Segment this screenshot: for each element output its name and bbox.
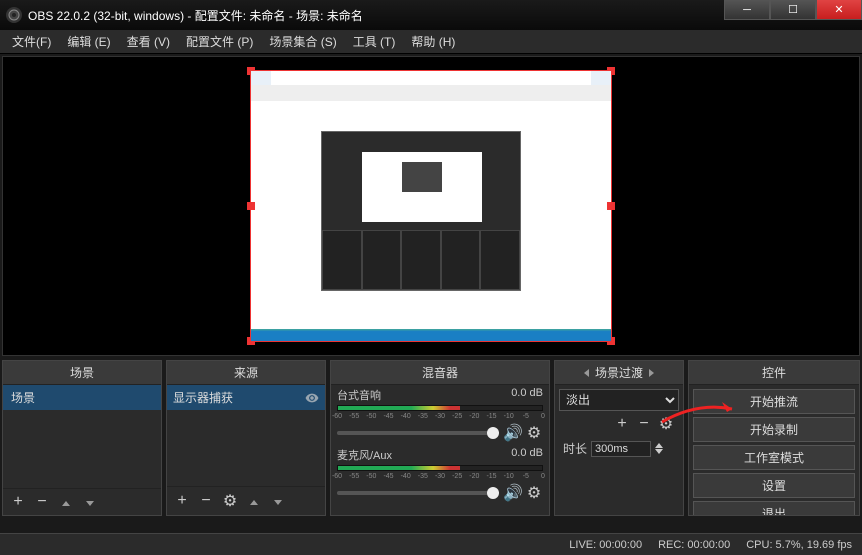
exit-button[interactable]: 退出 bbox=[693, 501, 855, 515]
source-settings-button[interactable]: ⚙ bbox=[221, 491, 239, 511]
channel-level: 0.0 dB bbox=[511, 447, 543, 463]
spinner-up-button[interactable] bbox=[655, 443, 663, 448]
start-recording-button[interactable]: 开始录制 bbox=[693, 417, 855, 442]
source-label: 显示器捕获 bbox=[173, 389, 233, 406]
resize-handle[interactable] bbox=[247, 202, 255, 210]
resize-handle[interactable] bbox=[607, 202, 615, 210]
controls-panel: 控件 开始推流 开始录制 工作室模式 设置 退出 bbox=[688, 360, 860, 516]
menu-bar: 文件(F) 编辑 (E) 查看 (V) 配置文件 (P) 场景集合 (S) 工具… bbox=[0, 30, 862, 54]
obs-app-icon bbox=[6, 7, 22, 23]
chevron-left-icon bbox=[584, 369, 589, 377]
add-source-button[interactable]: + bbox=[173, 492, 191, 510]
speaker-icon[interactable]: 🔊 bbox=[503, 483, 521, 503]
preview-content bbox=[251, 71, 611, 101]
channel-settings-button[interactable]: ⚙ bbox=[525, 423, 543, 443]
vu-scale: -60-55-50-45-40-35-30-25-20-15-10-50 bbox=[337, 473, 543, 481]
status-cpu: CPU: 5.7%, 19.69 fps bbox=[746, 539, 852, 551]
mixer-channel-mic: 麦克风/Aux 0.0 dB -60-55-50-45-40-35-30-25-… bbox=[331, 445, 549, 505]
chevron-right-icon bbox=[649, 369, 654, 377]
status-live: LIVE: 00:00:00 bbox=[569, 539, 642, 551]
menu-scene-collection[interactable]: 场景集合 (S) bbox=[261, 31, 344, 52]
transitions-header: 场景过渡 bbox=[555, 361, 683, 385]
close-button[interactable]: ✕ bbox=[816, 0, 862, 20]
spinner-down-button[interactable] bbox=[655, 449, 663, 454]
mixer-channel-desktop: 台式音响 0.0 dB -60-55-50-45-40-35-30-25-20-… bbox=[331, 385, 549, 445]
title-bar: OBS 22.0.2 (32-bit, windows) - 配置文件: 未命名… bbox=[0, 0, 862, 30]
transition-settings-button[interactable]: ⚙ bbox=[657, 414, 675, 434]
menu-file[interactable]: 文件(F) bbox=[4, 31, 59, 52]
add-transition-button[interactable]: + bbox=[613, 415, 631, 433]
preview-area[interactable] bbox=[2, 56, 860, 356]
vu-meter bbox=[337, 405, 543, 411]
volume-slider[interactable] bbox=[337, 431, 499, 435]
menu-help[interactable]: 帮助 (H) bbox=[403, 31, 463, 52]
menu-edit[interactable]: 编辑 (E) bbox=[59, 31, 118, 52]
menu-profile[interactable]: 配置文件 (P) bbox=[178, 31, 261, 52]
transitions-panel: 场景过渡 淡出 + − ⚙ 时长 bbox=[554, 360, 684, 516]
speaker-icon[interactable]: 🔊 bbox=[503, 423, 521, 443]
transition-select[interactable]: 淡出 bbox=[559, 389, 679, 411]
scene-up-button[interactable] bbox=[57, 493, 75, 511]
window-title: OBS 22.0.2 (32-bit, windows) - 配置文件: 未命名… bbox=[28, 7, 363, 24]
vu-meter bbox=[337, 465, 543, 471]
source-up-button[interactable] bbox=[245, 492, 263, 510]
mixer-panel: 混音器 台式音响 0.0 dB -60-55-50-45-40-35-30-25… bbox=[330, 360, 550, 516]
scene-down-button[interactable] bbox=[81, 493, 99, 511]
add-scene-button[interactable]: + bbox=[9, 493, 27, 511]
duration-label: 时长 bbox=[563, 440, 587, 457]
menu-tools[interactable]: 工具 (T) bbox=[345, 31, 404, 52]
scenes-header: 场景 bbox=[3, 361, 161, 385]
duration-input[interactable] bbox=[591, 441, 651, 457]
channel-settings-button[interactable]: ⚙ bbox=[525, 483, 543, 503]
scenes-panel: 场景 场景 + − bbox=[2, 360, 162, 516]
mixer-header: 混音器 bbox=[331, 361, 549, 385]
sources-header: 来源 bbox=[167, 361, 325, 385]
menu-view[interactable]: 查看 (V) bbox=[119, 31, 178, 52]
start-streaming-button[interactable]: 开始推流 bbox=[693, 389, 855, 414]
maximize-button[interactable]: ☐ bbox=[770, 0, 816, 20]
channel-name: 麦克风/Aux bbox=[337, 447, 392, 463]
visibility-toggle-icon[interactable] bbox=[305, 391, 319, 405]
source-item[interactable]: 显示器捕获 bbox=[167, 385, 325, 410]
controls-header: 控件 bbox=[689, 361, 859, 385]
remove-scene-button[interactable]: − bbox=[33, 493, 51, 511]
studio-mode-button[interactable]: 工作室模式 bbox=[693, 445, 855, 470]
status-bar: LIVE: 00:00:00 REC: 00:00:00 CPU: 5.7%, … bbox=[0, 533, 862, 555]
channel-level: 0.0 dB bbox=[511, 387, 543, 403]
status-rec: REC: 00:00:00 bbox=[658, 539, 730, 551]
preview-content bbox=[251, 329, 611, 341]
remove-source-button[interactable]: − bbox=[197, 492, 215, 510]
volume-slider[interactable] bbox=[337, 491, 499, 495]
minimize-button[interactable]: ─ bbox=[724, 0, 770, 20]
source-down-button[interactable] bbox=[269, 492, 287, 510]
preview-content bbox=[321, 131, 521, 291]
settings-button[interactable]: 设置 bbox=[693, 473, 855, 498]
scene-item[interactable]: 场景 bbox=[3, 385, 161, 410]
remove-transition-button[interactable]: − bbox=[635, 415, 653, 433]
channel-name: 台式音响 bbox=[337, 387, 381, 403]
vu-scale: -60-55-50-45-40-35-30-25-20-15-10-50 bbox=[337, 413, 543, 421]
preview-source[interactable] bbox=[251, 71, 611, 341]
sources-panel: 来源 显示器捕获 + − ⚙ bbox=[166, 360, 326, 516]
